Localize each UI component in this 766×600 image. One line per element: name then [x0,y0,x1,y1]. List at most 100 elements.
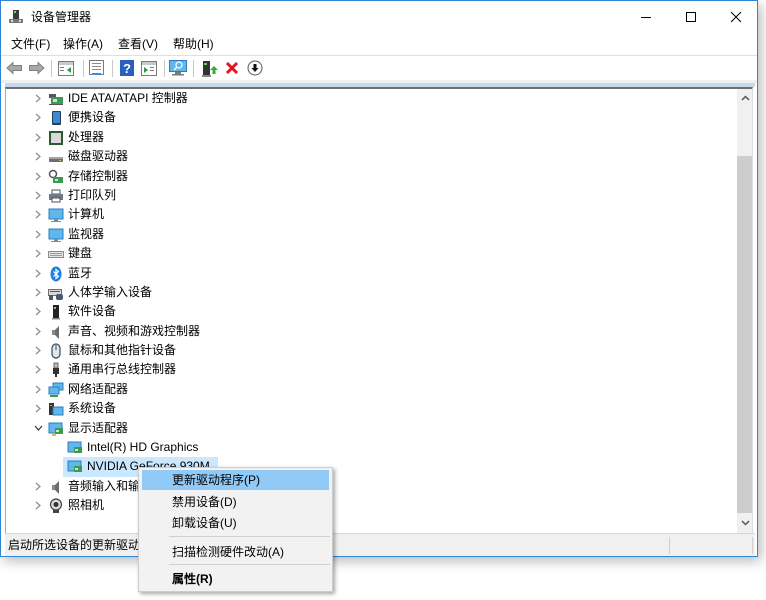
scrollbar-thumb[interactable] [737,156,752,513]
scan-hardware-button[interactable] [169,59,187,77]
chevron-right-icon[interactable] [33,89,43,108]
title-bar[interactable]: 设备管理器 [1,1,757,33]
chevron-right-icon[interactable] [33,477,43,496]
chevron-right-icon[interactable] [33,380,43,399]
tree-item-cameras[interactable]: 照相机 [6,496,736,515]
chevron-right-icon[interactable] [33,147,43,166]
chevron-right-icon[interactable] [33,283,43,302]
menu-item-label: 更新驱动程序(P) [172,473,260,487]
tree-item-sound-video-game[interactable]: 声音、视频和游戏控制器 [6,322,736,341]
tree-item-storage-controllers[interactable]: 存储控制器 [6,167,736,186]
chevron-right-icon[interactable] [33,322,43,341]
tree-item-ide-controllers[interactable]: IDE ATA/ATAPI 控制器 [6,89,736,108]
mouse-icon [48,343,64,359]
tree-item-audio-io[interactable]: 音频输入和输出 [6,477,736,496]
menu-separator [169,564,330,565]
tree-item-portable-devices[interactable]: 便携设备 [6,108,736,127]
tree-item-label: 系统设备 [68,401,117,416]
menu-item-disable-device[interactable]: 禁用设备(D) [142,492,329,512]
menu-item-label: 属性(R) [172,572,213,586]
close-button[interactable] [713,1,758,32]
scroll-up-button[interactable] [737,89,752,106]
chevron-down-icon[interactable] [33,419,43,438]
forward-button[interactable] [27,59,45,77]
toolbar-separator [112,60,113,77]
menu-action[interactable]: 操作(A) [62,37,104,52]
console-tree-button[interactable] [57,59,75,77]
tree-item-nvidia-geforce[interactable]: NVIDIA GeForce 930M [6,457,736,477]
properties-button[interactable] [87,59,105,77]
tree-item-processors[interactable]: 处理器 [6,128,736,147]
chevron-right-icon[interactable] [33,341,43,360]
update-driver-button[interactable] [201,59,219,77]
menu-bar: 文件(F) 操作(A) 查看(V) 帮助(H) [1,34,757,56]
tree-item-software-devices[interactable]: 软件设备 [6,302,736,321]
tree-item-mice[interactable]: 鼠标和其他指针设备 [6,341,736,360]
tree-item-computer[interactable]: 计算机 [6,205,736,224]
device-manager-icon [8,9,24,25]
tree-item-usb-controllers[interactable]: 通用串行总线控制器 [6,360,736,379]
tree-item-hid[interactable]: 人体学输入设备 [6,283,736,302]
chevron-right-icon[interactable] [33,186,43,205]
toolbar-separator [83,60,84,77]
status-bar: 启动所选设备的更新驱动程序。 [5,533,755,556]
chevron-right-icon[interactable] [33,205,43,224]
menu-file[interactable]: 文件(F) [10,37,51,52]
chevron-right-icon[interactable] [33,244,43,263]
chevron-right-icon[interactable] [33,128,43,147]
action-pane-button[interactable] [140,59,158,77]
menu-item-uninstall-device[interactable]: 卸载设备(U) [142,513,329,533]
tree-item-label: 监视器 [68,226,105,241]
menu-item-update-driver[interactable]: 更新驱动程序(P) [142,470,329,490]
menu-item-label: 禁用设备(D) [172,495,237,509]
tree-item-disk-drives[interactable]: 磁盘驱动器 [6,147,736,166]
chevron-right-icon[interactable] [33,302,43,321]
console-tree-icon [58,60,74,76]
tree-item-label: 打印队列 [68,187,117,202]
disable-device-button[interactable] [246,59,264,77]
svg-text:?: ? [123,61,131,76]
back-button[interactable] [5,59,23,77]
chevron-right-icon[interactable] [33,167,43,186]
chevron-right-icon[interactable] [33,264,43,283]
chevron-right-icon[interactable] [33,360,43,379]
tree-item-monitors[interactable]: 监视器 [6,225,736,244]
uninstall-device-button[interactable] [223,59,241,77]
speaker-icon [48,479,64,495]
help-button[interactable]: ? [118,59,136,77]
display-adapter-icon [67,440,83,456]
status-divider [752,537,753,554]
toolbar-separator [164,60,165,77]
processor-icon [48,130,64,146]
minimize-button[interactable] [623,1,668,32]
tree-item-keyboards[interactable]: 键盘 [6,244,736,263]
menu-item-properties[interactable]: 属性(R) [142,569,329,589]
tree-item-network-adapters[interactable]: 网络适配器 [6,380,736,399]
device-tree[interactable]: IDE ATA/ATAPI 控制器 便携设备 处理器 磁盘驱动器 存储控制器 打… [5,87,753,533]
software-device-icon [48,304,64,320]
chevron-right-icon[interactable] [33,225,43,244]
help-icon: ? [120,60,134,76]
menu-item-scan-hardware[interactable]: 扫描检测硬件改动(A) [142,542,329,562]
speaker-icon [48,324,64,340]
tree-item-intel-hd-graphics[interactable]: Intel(R) HD Graphics [6,438,736,457]
scroll-down-button[interactable] [737,514,752,531]
tree-item-display-adapters[interactable]: 显示适配器 [6,419,736,438]
tree-item-label: Intel(R) HD Graphics [87,440,199,455]
usb-icon [48,362,64,378]
tree-item-print-queues[interactable]: 打印队列 [6,186,736,205]
maximize-button[interactable] [668,1,713,32]
tree-item-bluetooth[interactable]: 蓝牙 [6,264,736,283]
menu-help[interactable]: 帮助(H) [172,37,215,52]
network-adapter-icon [48,382,64,398]
chevron-right-icon[interactable] [33,108,43,127]
tree-item-label: IDE ATA/ATAPI 控制器 [68,91,188,105]
chevron-right-icon[interactable] [33,399,43,418]
tree-item-system-devices[interactable]: 系统设备 [6,399,736,418]
vertical-scrollbar[interactable] [737,89,752,533]
tree-item-label: 键盘 [68,246,93,261]
tree-item-label: 便携设备 [68,110,117,125]
menu-view[interactable]: 查看(V) [117,37,159,52]
tree-item-label: 照相机 [68,498,105,513]
chevron-right-icon[interactable] [33,496,43,515]
